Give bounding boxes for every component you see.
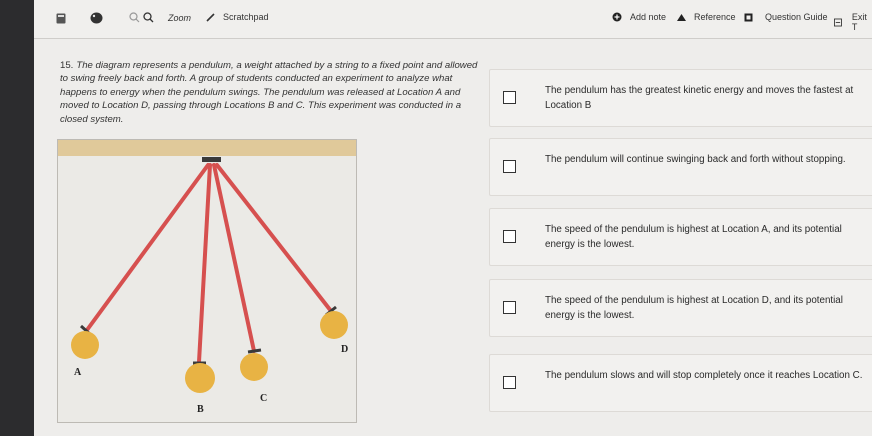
diagram-top-band [58,140,356,156]
answer-option-4[interactable]: The speed of the pendulum is highest at … [489,279,872,337]
option-text-3: The speed of the pendulum is highest at … [545,224,842,250]
pencil-icon [206,13,215,22]
bob-a [71,331,99,359]
add-note-button[interactable]: Add note [612,12,666,22]
add-note-label: Add note [630,12,667,22]
answer-option-5[interactable]: The pendulum slows and will stop complet… [489,354,872,412]
option-text-2: The pendulum will continue swinging back… [545,154,846,165]
toolbar: Zoom Scratchpad Add note Reference Quest… [34,0,872,39]
answer-option-1[interactable]: The pendulum has the greatest kinetic en… [489,69,872,127]
reference-button[interactable]: Reference [676,12,736,22]
pendulum-diagram: A B C D [57,139,357,423]
option-text-1: The pendulum has the greatest kinetic en… [545,85,854,111]
location-label-a: A [74,367,82,378]
zoom-out-icon[interactable] [129,12,140,23]
question-text: The diagram represents a pendulum, a wei… [60,60,478,125]
scratchpad-label: Scratchpad [223,12,269,22]
screen-bezel [0,0,34,436]
bob-c [240,353,268,381]
bob-b [185,363,215,393]
exit-button[interactable]: Exit T [834,12,872,32]
pivot-mount [202,157,221,162]
location-label-d: D [341,344,349,355]
question-number: 15. [60,60,74,71]
option-text-4: The speed of the pendulum is highest at … [545,295,843,321]
cap-c [247,348,262,354]
answer-option-3[interactable]: The speed of the pendulum is highest at … [489,208,872,266]
string-d [215,163,333,313]
palette-icon[interactable] [90,12,103,24]
exit-label: Exit T [851,12,867,32]
string-b [197,163,212,364]
answer-option-2[interactable]: The pendulum will continue swinging back… [489,138,872,196]
question-guide-button[interactable]: Question Guide [744,12,828,22]
reference-label: Reference [694,12,736,22]
option-checkbox-5[interactable] [503,376,516,389]
zoom-label: Zoom [168,12,192,23]
option-checkbox-2[interactable] [503,160,516,173]
reference-icon [677,13,686,21]
exit-icon [834,18,842,26]
zoom-in-icon [143,12,154,23]
string-c [212,163,256,353]
zoom-button[interactable]: Zoom [143,12,191,23]
question-stem: 15. The diagram represents a pendulum, a … [60,59,480,126]
scratchpad-button[interactable]: Scratchpad [206,12,269,22]
question-area: 15. The diagram represents a pendulum, a … [34,39,872,436]
add-note-icon [612,12,622,22]
string-a [85,163,210,332]
question-guide-label: Question Guide [765,12,828,22]
guide-icon [744,13,753,21]
option-checkbox-3[interactable] [503,230,516,243]
location-label-b: B [197,404,204,415]
bob-d [320,311,348,339]
location-label-c: C [260,393,268,404]
option-checkbox-1[interactable] [503,91,516,104]
option-checkbox-4[interactable] [503,301,516,314]
option-text-5: The pendulum slows and will stop complet… [545,370,863,381]
calculator-icon[interactable] [56,13,66,24]
